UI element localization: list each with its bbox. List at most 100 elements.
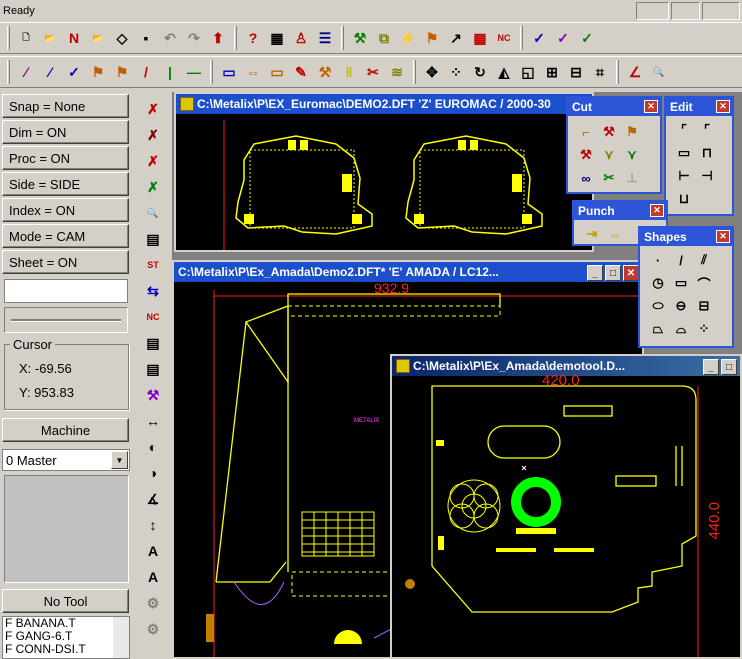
master-select[interactable]: 0 Master ▼ <box>2 449 130 471</box>
misc2-icon[interactable]: ⚙ <box>142 618 164 640</box>
edit-corner2-icon[interactable]: ⌜ <box>697 120 717 140</box>
cut-abc-icon[interactable]: ⚒ <box>599 122 619 142</box>
redo-icon[interactable]: ↷ <box>183 27 205 49</box>
copy-icon[interactable]: ⧉ <box>373 27 395 49</box>
rotate-icon[interactable]: ↻ <box>469 61 491 83</box>
delete-icon[interactable]: ✗ <box>142 98 164 120</box>
command-field[interactable] <box>4 279 128 303</box>
palette-titlebar[interactable]: Punch ✕ <box>574 202 666 220</box>
shape-obround-icon[interactable]: ⬭ <box>648 296 668 316</box>
punch-nibble-icon[interactable]: ⇔ <box>605 224 625 244</box>
export-icon[interactable]: ⬆ <box>207 27 229 49</box>
cut-contour-icon[interactable]: ⌐ <box>576 122 596 142</box>
window-titlebar[interactable]: C:\Metalix\P\Ex_Amada\Demo2.DFT* 'E' AMA… <box>174 262 642 282</box>
document2-icon[interactable]: ▤ <box>142 358 164 380</box>
circle-arrow-icon[interactable]: ◐ <box>142 436 164 458</box>
plate-icon[interactable]: ▭ <box>266 61 288 83</box>
drawing-canvas[interactable]: 420.0 440.0 <box>392 372 740 657</box>
layers-icon[interactable]: ☰ <box>314 27 336 49</box>
cut-abc2-icon[interactable]: ⚒ <box>576 145 596 165</box>
delete-all-icon[interactable]: ✗ <box>142 176 164 198</box>
shape-arc-icon[interactable]: ⌒ <box>694 273 714 293</box>
array-icon[interactable]: ⊞ <box>541 61 563 83</box>
window-titlebar[interactable]: C:\Metalix\P\EX_Euromac\DEMO2.DFT 'Z' EU… <box>176 94 592 114</box>
tooling-icon[interactable]: ↗ <box>445 27 467 49</box>
maximize-icon[interactable]: □ <box>721 359 737 375</box>
machine-button[interactable]: Machine <box>2 418 129 442</box>
shape-parallel-icon[interactable]: ⫽ <box>694 250 714 270</box>
help-icon[interactable]: ? <box>242 27 264 49</box>
close-icon[interactable]: ✕ <box>716 230 730 243</box>
st-icon[interactable]: ST <box>142 254 164 276</box>
tool-list[interactable]: F BANANA.T F GANG-6.T F CONN-DSI.T <box>2 616 130 659</box>
check-icon[interactable]: ✓ <box>63 61 85 83</box>
mode-button[interactable]: Mode = CAM <box>2 224 129 248</box>
snap-button[interactable]: Snap = None <box>2 94 129 118</box>
delete-cut-icon[interactable]: ✗ <box>142 124 164 146</box>
document-icon[interactable]: ▤ <box>142 332 164 354</box>
preview-icon[interactable]: 🔍 <box>142 202 164 224</box>
measure-icon[interactable]: ∠ <box>624 61 646 83</box>
palette-titlebar[interactable]: Edit ✕ <box>666 98 732 116</box>
edit-trim2-icon[interactable]: ⊣ <box>697 166 717 186</box>
close-icon[interactable]: ✕ <box>716 100 730 113</box>
shape-rect-icon[interactable]: ▭ <box>671 273 691 293</box>
punch-single-icon[interactable]: ⇥ <box>582 224 602 244</box>
text-a-icon[interactable]: A <box>142 540 164 562</box>
mirror-icon[interactable]: ⇔ <box>242 61 264 83</box>
cut-disabled-icon[interactable]: ⊥ <box>622 168 642 188</box>
angle-icon[interactable]: ∡ <box>142 488 164 510</box>
close-icon[interactable]: ✕ <box>650 204 664 217</box>
frame-icon[interactable]: ▭ <box>218 61 240 83</box>
edit-rect-icon[interactable]: ▭ <box>674 143 694 163</box>
nest-icon[interactable]: ⌗ <box>589 61 611 83</box>
side-button[interactable]: Side = SIDE <box>2 172 129 196</box>
circle-arrow2-icon[interactable]: ◑ <box>142 462 164 484</box>
edit-u-icon[interactable]: ⊔ <box>674 189 694 209</box>
shape-line-icon[interactable]: / <box>671 250 691 270</box>
sheet-button[interactable]: Sheet = ON <box>2 250 129 274</box>
drawing-canvas[interactable] <box>176 114 592 250</box>
edit-corner-icon[interactable]: ⌜ <box>674 120 694 140</box>
dist-v-icon[interactable]: ↕ <box>142 514 164 536</box>
no-tool-button[interactable]: No Tool <box>2 589 129 613</box>
grid-icon[interactable]: ▦ <box>469 27 491 49</box>
minimize-icon[interactable]: _ <box>587 265 603 281</box>
slider-control[interactable] <box>4 307 128 333</box>
checkmark3-icon[interactable]: ✓ <box>576 27 598 49</box>
tool-icon[interactable]: ⚒ <box>349 27 371 49</box>
cut-auto-icon[interactable]: ⚑ <box>622 122 642 142</box>
draw-line-icon[interactable]: ⁄ <box>15 61 37 83</box>
palette-titlebar[interactable]: Shapes ✕ <box>640 228 732 246</box>
nc-open-icon[interactable]: N <box>63 27 85 49</box>
shape-trapezoid-icon[interactable]: ⏢ <box>648 319 668 339</box>
shape-keyhole-icon[interactable]: ⌓ <box>671 319 691 339</box>
mirror-tri-icon[interactable]: ◭ <box>493 61 515 83</box>
dims2-icon[interactable]: ⚑ <box>111 61 133 83</box>
delete-punch-icon[interactable]: ✗ <box>142 150 164 172</box>
table-icon[interactable]: ▦ <box>266 27 288 49</box>
draw-line2-icon[interactable]: ⁄ <box>39 61 61 83</box>
new-icon[interactable]: 🗋 <box>15 27 37 49</box>
close-icon[interactable]: ✕ <box>623 265 639 281</box>
close-icon[interactable]: ✕ <box>644 100 658 113</box>
vertical-icon[interactable]: | <box>159 61 181 83</box>
bars-icon[interactable]: ‖ <box>338 61 360 83</box>
palette-titlebar[interactable]: Cut ✕ <box>568 98 660 116</box>
copy-circles-icon[interactable]: ⁘ <box>445 61 467 83</box>
punch-icon[interactable]: ⚑ <box>421 27 443 49</box>
shape-rect-line-icon[interactable]: ⊟ <box>694 296 714 316</box>
import-icon[interactable]: ◇ <box>111 27 133 49</box>
nc-icon[interactable]: NC <box>493 27 515 49</box>
tool-select-icon[interactable]: ⚒ <box>142 384 164 406</box>
cut-scissor-icon[interactable]: ✂ <box>599 168 619 188</box>
scrollbar[interactable] <box>113 617 129 658</box>
edit-notch-icon[interactable]: ⊓ <box>697 143 717 163</box>
open-folder-icon[interactable]: 📂 <box>87 27 109 49</box>
text-a2-icon[interactable]: A <box>142 566 164 588</box>
move-icon[interactable]: ✥ <box>421 61 443 83</box>
swap-icon[interactable]: ⇆ <box>142 280 164 302</box>
edit-trim-icon[interactable]: ⊢ <box>674 166 694 186</box>
index-button[interactable]: Index = ON <box>2 198 129 222</box>
minimize-icon[interactable]: _ <box>703 359 719 375</box>
